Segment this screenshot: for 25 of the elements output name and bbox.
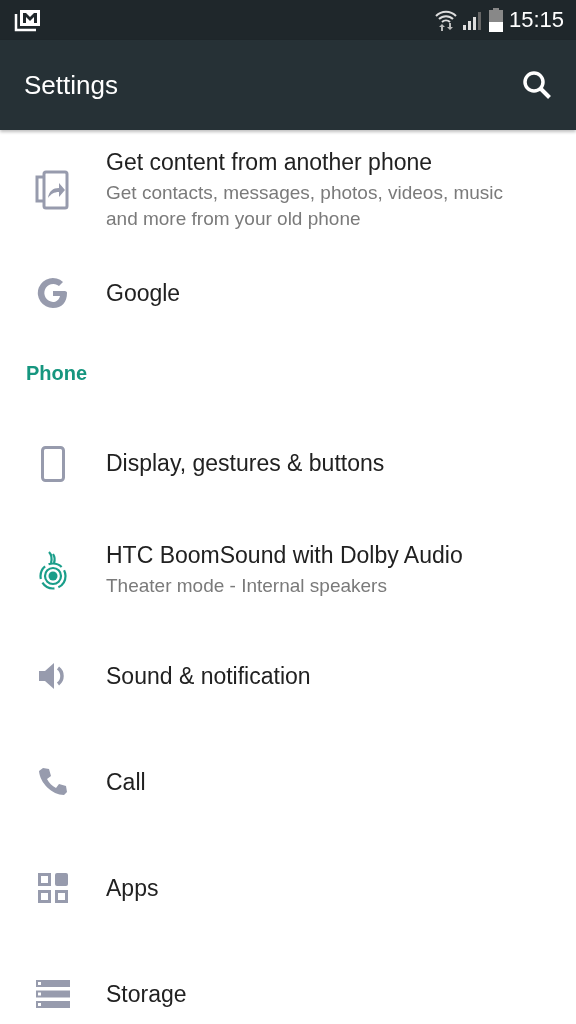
setting-title[interactable]: Call: [106, 768, 146, 796]
setting-description: Get contacts, messages, photos, videos, music and more from your old phone: [106, 180, 505, 231]
wifi-icon: [434, 9, 457, 31]
battery-icon: [488, 8, 503, 32]
setting-description: Theater mode - Internal speakers: [106, 573, 388, 598]
setting-title[interactable]: Get content from another phone: [106, 148, 516, 176]
setting-title[interactable]: Display, gestures & buttons: [106, 450, 385, 477]
setting-title[interactable]: Google: [106, 279, 181, 307]
storage-icon: [36, 980, 70, 1008]
setting-title[interactable]: Storage: [106, 980, 187, 1008]
signal-icon: [462, 10, 483, 30]
search-icon[interactable]: [522, 70, 552, 100]
screen-title: Settings: [24, 69, 118, 101]
phone-handset-icon: [37, 766, 69, 798]
clock-time: 15:15: [508, 7, 564, 33]
phone-transfer-icon: [35, 170, 71, 210]
phone-icon: [41, 445, 65, 482]
mail-notification-icon: [14, 8, 42, 32]
section-header: Phone: [25, 361, 88, 385]
apps-grid-icon: [38, 873, 68, 903]
setting-title[interactable]: HTC BoomSound with Dolby Audio: [106, 541, 463, 569]
sound-rings-icon: [37, 550, 69, 590]
setting-title[interactable]: Sound & notification: [106, 662, 311, 690]
g-letter-icon: [37, 277, 69, 309]
setting-title[interactable]: Apps: [106, 874, 159, 902]
